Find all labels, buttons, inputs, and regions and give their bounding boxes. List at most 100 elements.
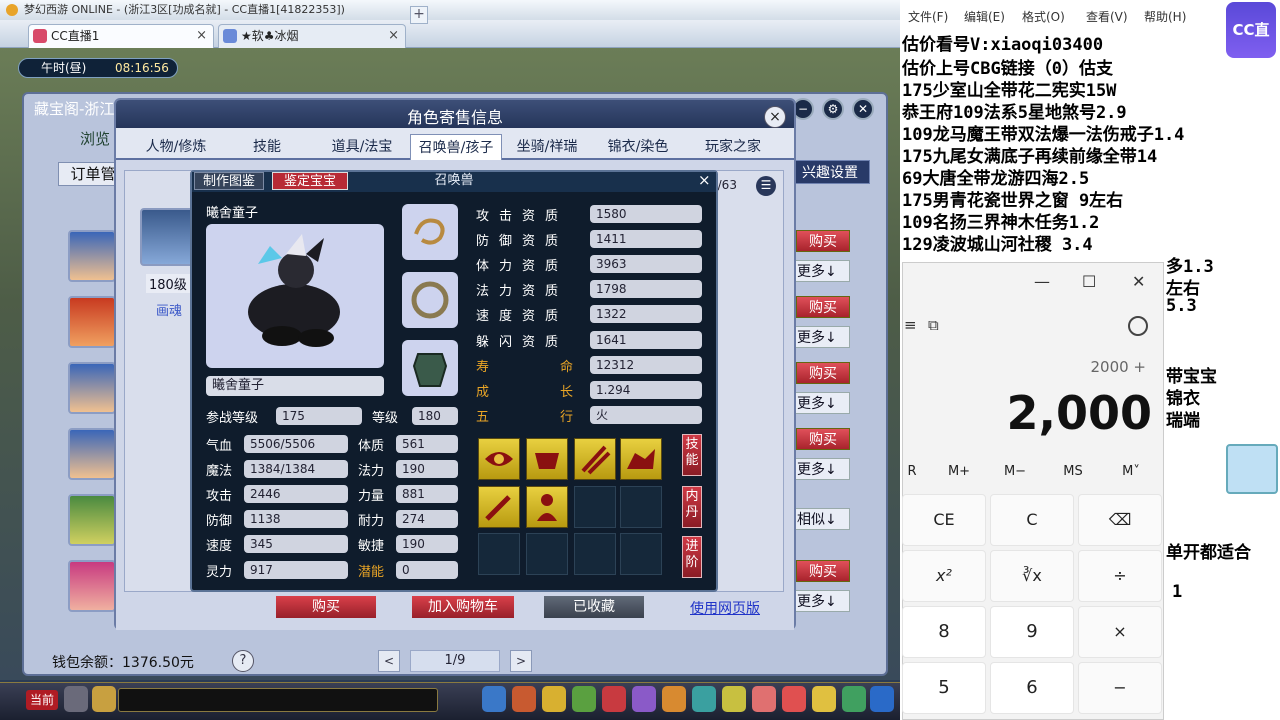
- settings-icon[interactable]: ⚙: [822, 98, 844, 120]
- emote-icon[interactable]: [92, 686, 116, 712]
- hamburger-icon[interactable]: ≡: [904, 316, 917, 334]
- tab-cc-live[interactable]: CC直播1 ×: [28, 24, 214, 48]
- close-icon[interactable]: ×: [196, 25, 207, 47]
- close-icon[interactable]: ×: [388, 25, 399, 47]
- gift-icon[interactable]: [782, 686, 806, 712]
- system-icon[interactable]: [842, 686, 866, 712]
- attack-icon[interactable]: [482, 686, 506, 712]
- listing-avatar[interactable]: [68, 230, 116, 282]
- smile-icon[interactable]: [812, 686, 836, 712]
- close-icon[interactable]: ×: [698, 171, 711, 189]
- collected-button[interactable]: 已收藏: [544, 596, 644, 618]
- digit-5-button[interactable]: 5: [902, 662, 986, 714]
- buy-button[interactable]: 购买: [796, 296, 850, 318]
- close-icon[interactable]: ✕: [1132, 272, 1145, 291]
- pet-equip-slot[interactable]: [402, 272, 458, 328]
- appraise-pet-button[interactable]: 鉴定宝宝: [272, 172, 348, 190]
- minimize-icon[interactable]: —: [1034, 272, 1050, 291]
- tab-outfit[interactable]: 锦衣/染色: [594, 134, 682, 160]
- add-to-cart-button[interactable]: 加入购物车: [412, 596, 514, 618]
- task-icon[interactable]: [662, 686, 686, 712]
- more-button[interactable]: 更多↓: [794, 590, 850, 612]
- huahun-link[interactable]: 画魂: [156, 300, 182, 319]
- skill-icon[interactable]: [526, 486, 568, 528]
- skill-icon[interactable]: [574, 438, 616, 480]
- pet-equip-slot[interactable]: [402, 204, 458, 260]
- history-icon[interactable]: [1128, 316, 1148, 336]
- memory-add-button[interactable]: M+: [932, 464, 986, 479]
- divide-button[interactable]: ÷: [1078, 550, 1162, 602]
- pet-equip-slot[interactable]: [402, 340, 458, 396]
- guild-icon[interactable]: [692, 686, 716, 712]
- listing-avatar[interactable]: [68, 560, 116, 612]
- similar-button[interactable]: 相似↓: [794, 508, 850, 530]
- advance-side-tab[interactable]: 进阶: [682, 536, 702, 578]
- listing-avatar[interactable]: [68, 362, 116, 414]
- tab-skills[interactable]: 技能: [236, 134, 298, 160]
- listing-avatar[interactable]: [68, 494, 116, 546]
- menu-icon[interactable]: ☰: [756, 176, 776, 196]
- cube-root-button[interactable]: ∛x: [990, 550, 1074, 602]
- skill-icon[interactable]: [478, 486, 520, 528]
- listing-avatar[interactable]: [68, 428, 116, 480]
- pc-icon[interactable]: [870, 686, 894, 712]
- menu-edit[interactable]: 编辑(E): [964, 8, 1005, 25]
- menu-help[interactable]: 帮助(H): [1144, 8, 1186, 25]
- chat-input[interactable]: [118, 688, 438, 712]
- team-icon[interactable]: [602, 686, 626, 712]
- buy-button[interactable]: 购买: [796, 560, 850, 582]
- digit-8-button[interactable]: 8: [902, 606, 986, 658]
- buy-button[interactable]: 购买: [796, 428, 850, 450]
- clear-entry-button[interactable]: CE: [902, 494, 986, 546]
- memory-subtract-button[interactable]: M−: [988, 464, 1042, 479]
- tab-home[interactable]: 玩家之家: [686, 134, 780, 160]
- help-icon[interactable]: ?: [232, 650, 254, 672]
- item-icon[interactable]: [512, 686, 536, 712]
- tab-mount[interactable]: 坐骑/祥瑞: [504, 134, 590, 160]
- menu-format[interactable]: 格式(O): [1022, 8, 1065, 25]
- trade-icon[interactable]: [572, 686, 596, 712]
- interest-settings-button[interactable]: 兴趣设置: [790, 160, 870, 184]
- add-tab-button[interactable]: +: [410, 6, 428, 24]
- close-icon[interactable]: ✕: [852, 98, 874, 120]
- more-button[interactable]: 更多↓: [794, 260, 850, 282]
- tab-summon[interactable]: 召唤兽/孩子: [410, 134, 502, 160]
- memory-recall-button[interactable]: R: [902, 464, 922, 479]
- tab-character[interactable]: 人物/修炼: [136, 134, 216, 160]
- cbg-browse-tab[interactable]: 浏览: [80, 128, 110, 149]
- skills-side-tab[interactable]: 技能: [682, 434, 702, 476]
- floating-widget[interactable]: [1226, 444, 1278, 494]
- square-button[interactable]: x²: [902, 550, 986, 602]
- digit-6-button[interactable]: 6: [990, 662, 1074, 714]
- more-button[interactable]: 更多↓: [794, 458, 850, 480]
- skill-icon[interactable]: [526, 438, 568, 480]
- keep-on-top-icon[interactable]: ⧉: [928, 316, 939, 334]
- tab-bingyan[interactable]: ★软♣冰烟 ×: [218, 24, 406, 48]
- make-catalog-button[interactable]: 制作图鉴: [194, 172, 264, 190]
- listing-avatar[interactable]: [68, 296, 116, 348]
- buy-button[interactable]: 购买: [796, 362, 850, 384]
- close-icon[interactable]: ×: [764, 106, 786, 128]
- give-icon[interactable]: [542, 686, 566, 712]
- clear-button[interactable]: C: [990, 494, 1074, 546]
- current-channel-button[interactable]: 当前: [26, 690, 58, 710]
- backspace-icon[interactable]: ⌫: [1078, 494, 1162, 546]
- mic-icon[interactable]: [64, 686, 88, 712]
- buy-button[interactable]: 购买: [276, 596, 376, 618]
- web-version-link[interactable]: 使用网页版: [690, 598, 760, 618]
- skill-icon[interactable]: [620, 438, 662, 480]
- minus-button[interactable]: −: [1078, 662, 1162, 714]
- skill-icon[interactable]: [478, 438, 520, 480]
- more-button[interactable]: 更多↓: [794, 392, 850, 414]
- page-next-button[interactable]: >: [510, 650, 532, 672]
- multiply-button[interactable]: ×: [1078, 606, 1162, 658]
- digit-9-button[interactable]: 9: [990, 606, 1074, 658]
- page-prev-button[interactable]: <: [378, 650, 400, 672]
- memory-list-button[interactable]: M˅: [1104, 464, 1158, 479]
- menu-file[interactable]: 文件(F): [908, 8, 948, 25]
- tab-items[interactable]: 道具/法宝: [316, 134, 408, 160]
- peach-icon[interactable]: [752, 686, 776, 712]
- menu-view[interactable]: 查看(V): [1086, 8, 1128, 25]
- skill-book-icon[interactable]: [722, 686, 746, 712]
- memory-store-button[interactable]: MS: [1046, 464, 1100, 479]
